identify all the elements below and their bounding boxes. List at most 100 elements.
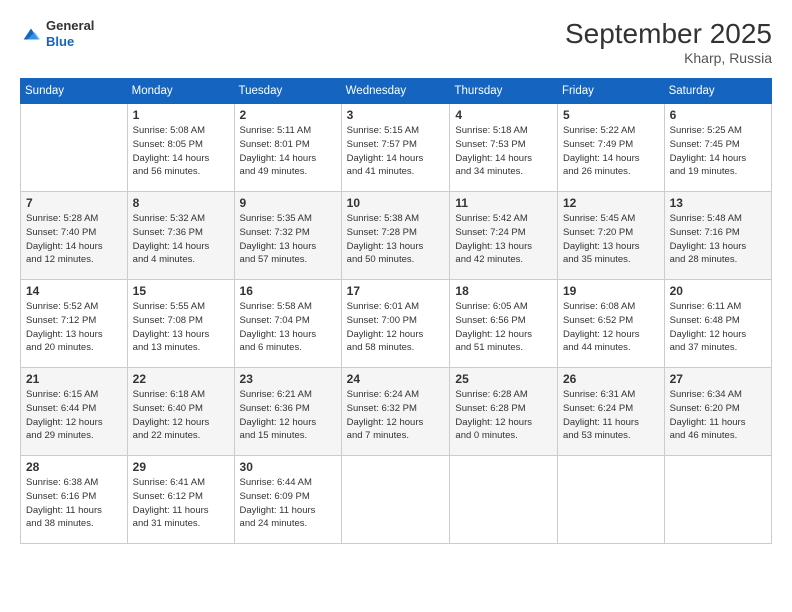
day-info: Sunrise: 6:31 AM Sunset: 6:24 PM Dayligh… xyxy=(563,388,659,443)
day-number: 11 xyxy=(455,196,552,210)
day-cell: 13 Sunrise: 5:48 AM Sunset: 7:16 PM Dayli… xyxy=(664,192,771,280)
week-row-4: 21Sunrise: 6:15 AM Sunset: 6:44 PM Dayli… xyxy=(21,368,772,456)
col-header-tuesday: Tuesday xyxy=(234,79,341,104)
day-cell: 7 Sunrise: 5:28 AM Sunset: 7:40 PM Daylig… xyxy=(21,192,128,280)
day-number: 26 xyxy=(563,372,659,386)
day-cell: 28 Sunrise: 6:38 AM Sunset: 6:16 PM Dayli… xyxy=(21,456,128,544)
day-number: 13 xyxy=(670,196,766,210)
day-cell: 26 Sunrise: 6:31 AM Sunset: 6:24 PM Dayli… xyxy=(557,368,664,456)
day-number: 8 xyxy=(133,196,229,210)
logo-icon xyxy=(20,23,42,45)
day-number: 18 xyxy=(455,284,552,298)
calendar-table: SundayMondayTuesdayWednesdayThursdayFrid… xyxy=(20,78,772,544)
day-cell xyxy=(341,456,450,544)
day-cell: 29 Sunrise: 6:41 AM Sunset: 6:12 PM Dayli… xyxy=(127,456,234,544)
day-cell: 22Sunrise: 6:18 AM Sunset: 6:40 PM Dayli… xyxy=(127,368,234,456)
day-info: Sunrise: 5:22 AM Sunset: 7:49 PM Dayligh… xyxy=(563,124,659,179)
day-number: 12 xyxy=(563,196,659,210)
day-info: Sunrise: 5:45 AM Sunset: 7:20 PM Dayligh… xyxy=(563,212,659,267)
col-header-monday: Monday xyxy=(127,79,234,104)
day-number: 1 xyxy=(133,108,229,122)
title-area: September 2025 Kharp, Russia xyxy=(565,18,772,66)
day-number: 2 xyxy=(240,108,336,122)
page: General Blue September 2025 Kharp, Russi… xyxy=(0,0,792,612)
day-number: 28 xyxy=(26,460,122,474)
col-header-wednesday: Wednesday xyxy=(341,79,450,104)
day-cell: 8 Sunrise: 5:32 AM Sunset: 7:36 PM Daylig… xyxy=(127,192,234,280)
day-cell: 19Sunrise: 6:08 AM Sunset: 6:52 PM Dayli… xyxy=(557,280,664,368)
day-number: 30 xyxy=(240,460,336,474)
day-number: 15 xyxy=(133,284,229,298)
col-header-friday: Friday xyxy=(557,79,664,104)
day-number: 20 xyxy=(670,284,766,298)
day-cell xyxy=(21,104,128,192)
logo-blue: Blue xyxy=(46,34,74,49)
calendar-title: September 2025 xyxy=(565,18,772,50)
day-number: 29 xyxy=(133,460,229,474)
day-cell: 12 Sunrise: 5:45 AM Sunset: 7:20 PM Dayli… xyxy=(557,192,664,280)
day-cell: 17Sunrise: 6:01 AM Sunset: 7:00 PM Dayli… xyxy=(341,280,450,368)
day-number: 10 xyxy=(347,196,445,210)
day-cell: 6 Sunrise: 5:25 AM Sunset: 7:45 PM Daylig… xyxy=(664,104,771,192)
week-row-1: 1Sunrise: 5:08 AM Sunset: 8:05 PM Daylig… xyxy=(21,104,772,192)
col-header-saturday: Saturday xyxy=(664,79,771,104)
day-cell: 25 Sunrise: 6:28 AM Sunset: 6:28 PM Dayli… xyxy=(450,368,558,456)
day-info: Sunrise: 5:15 AM Sunset: 7:57 PM Dayligh… xyxy=(347,124,445,179)
header: General Blue September 2025 Kharp, Russi… xyxy=(20,18,772,66)
day-info: Sunrise: 5:48 AM Sunset: 7:16 PM Dayligh… xyxy=(670,212,766,267)
day-info: Sunrise: 6:28 AM Sunset: 6:28 PM Dayligh… xyxy=(455,388,552,443)
day-cell xyxy=(450,456,558,544)
day-number: 4 xyxy=(455,108,552,122)
day-cell: 2Sunrise: 5:11 AM Sunset: 8:01 PM Daylig… xyxy=(234,104,341,192)
day-cell: 4 Sunrise: 5:18 AM Sunset: 7:53 PM Daylig… xyxy=(450,104,558,192)
day-number: 5 xyxy=(563,108,659,122)
day-number: 7 xyxy=(26,196,122,210)
day-number: 9 xyxy=(240,196,336,210)
day-info: Sunrise: 5:42 AM Sunset: 7:24 PM Dayligh… xyxy=(455,212,552,267)
day-info: Sunrise: 6:18 AM Sunset: 6:40 PM Dayligh… xyxy=(133,388,229,443)
day-info: Sunrise: 5:58 AM Sunset: 7:04 PM Dayligh… xyxy=(240,300,336,355)
day-number: 3 xyxy=(347,108,445,122)
day-cell: 5 Sunrise: 5:22 AM Sunset: 7:49 PM Daylig… xyxy=(557,104,664,192)
week-row-2: 7 Sunrise: 5:28 AM Sunset: 7:40 PM Daylig… xyxy=(21,192,772,280)
day-info: Sunrise: 6:44 AM Sunset: 6:09 PM Dayligh… xyxy=(240,476,336,531)
day-info: Sunrise: 6:34 AM Sunset: 6:20 PM Dayligh… xyxy=(670,388,766,443)
day-cell: 9Sunrise: 5:35 AM Sunset: 7:32 PM Daylig… xyxy=(234,192,341,280)
logo-general: General xyxy=(46,18,94,33)
day-number: 25 xyxy=(455,372,552,386)
day-info: Sunrise: 5:52 AM Sunset: 7:12 PM Dayligh… xyxy=(26,300,122,355)
day-cell xyxy=(664,456,771,544)
day-info: Sunrise: 6:01 AM Sunset: 7:00 PM Dayligh… xyxy=(347,300,445,355)
week-row-5: 28 Sunrise: 6:38 AM Sunset: 6:16 PM Dayli… xyxy=(21,456,772,544)
day-info: Sunrise: 5:28 AM Sunset: 7:40 PM Dayligh… xyxy=(26,212,122,267)
day-cell: 1Sunrise: 5:08 AM Sunset: 8:05 PM Daylig… xyxy=(127,104,234,192)
day-number: 24 xyxy=(347,372,445,386)
day-cell: 23Sunrise: 6:21 AM Sunset: 6:36 PM Dayli… xyxy=(234,368,341,456)
day-info: Sunrise: 5:18 AM Sunset: 7:53 PM Dayligh… xyxy=(455,124,552,179)
day-info: Sunrise: 6:24 AM Sunset: 6:32 PM Dayligh… xyxy=(347,388,445,443)
day-info: Sunrise: 5:25 AM Sunset: 7:45 PM Dayligh… xyxy=(670,124,766,179)
day-cell: 14 Sunrise: 5:52 AM Sunset: 7:12 PM Dayli… xyxy=(21,280,128,368)
day-info: Sunrise: 6:15 AM Sunset: 6:44 PM Dayligh… xyxy=(26,388,122,443)
logo: General Blue xyxy=(20,18,94,49)
day-number: 6 xyxy=(670,108,766,122)
col-header-sunday: Sunday xyxy=(21,79,128,104)
day-cell xyxy=(557,456,664,544)
day-cell: 11 Sunrise: 5:42 AM Sunset: 7:24 PM Dayli… xyxy=(450,192,558,280)
day-cell: 16Sunrise: 5:58 AM Sunset: 7:04 PM Dayli… xyxy=(234,280,341,368)
day-info: Sunrise: 5:32 AM Sunset: 7:36 PM Dayligh… xyxy=(133,212,229,267)
day-cell: 27 Sunrise: 6:34 AM Sunset: 6:20 PM Dayli… xyxy=(664,368,771,456)
day-info: Sunrise: 5:55 AM Sunset: 7:08 PM Dayligh… xyxy=(133,300,229,355)
logo-text: General Blue xyxy=(46,18,94,49)
header-row: SundayMondayTuesdayWednesdayThursdayFrid… xyxy=(21,79,772,104)
day-number: 27 xyxy=(670,372,766,386)
day-info: Sunrise: 6:41 AM Sunset: 6:12 PM Dayligh… xyxy=(133,476,229,531)
day-info: Sunrise: 6:21 AM Sunset: 6:36 PM Dayligh… xyxy=(240,388,336,443)
day-cell: 15 Sunrise: 5:55 AM Sunset: 7:08 PM Dayli… xyxy=(127,280,234,368)
day-info: Sunrise: 6:11 AM Sunset: 6:48 PM Dayligh… xyxy=(670,300,766,355)
day-number: 19 xyxy=(563,284,659,298)
day-cell: 20 Sunrise: 6:11 AM Sunset: 6:48 PM Dayli… xyxy=(664,280,771,368)
day-cell: 18Sunrise: 6:05 AM Sunset: 6:56 PM Dayli… xyxy=(450,280,558,368)
day-number: 14 xyxy=(26,284,122,298)
day-info: Sunrise: 6:38 AM Sunset: 6:16 PM Dayligh… xyxy=(26,476,122,531)
